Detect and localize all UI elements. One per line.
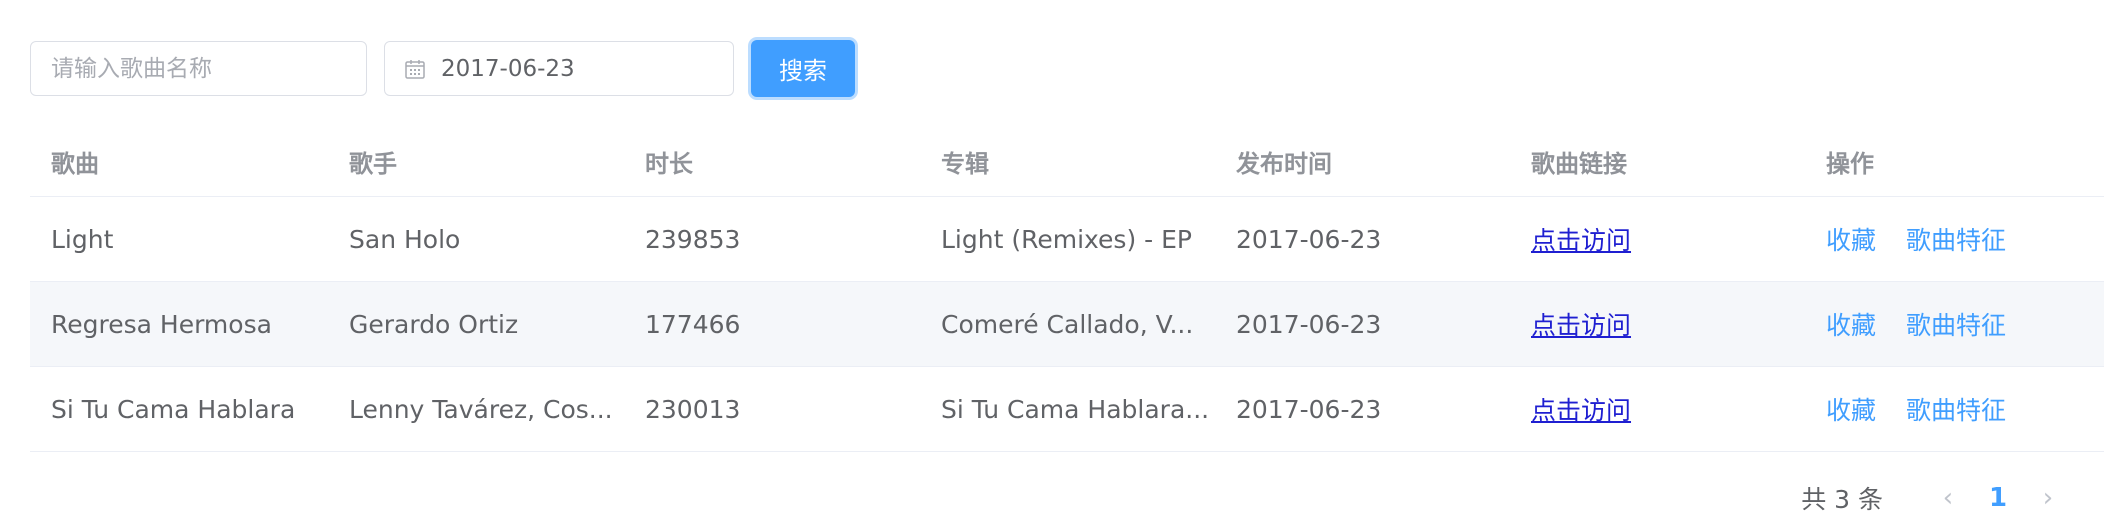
visit-link[interactable]: 点击访问 [1531,311,1631,340]
search-bar: 2017-06-23 搜索 [30,40,855,97]
songs-table: 歌曲 歌手 时长 专辑 发布时间 歌曲链接 操作 Light San Holo … [30,127,2104,452]
cell-song: Regresa Hermosa [51,309,272,339]
song-name-input[interactable] [51,55,346,82]
cell-duration: 239853 [645,224,741,254]
header-release-date: 发布时间 [1236,150,1332,178]
visit-link[interactable]: 点击访问 [1531,226,1631,255]
cell-actions: 收藏 歌曲特征 [1805,306,2104,342]
table-row: Light San Holo 239853 Light (Remixes) - … [30,197,2104,282]
header-artist: 歌手 [349,150,397,178]
favorite-button[interactable]: 收藏 [1826,311,1876,340]
table-row: Regresa Hermosa Gerardo Ortiz 177466 Com… [30,282,2104,367]
header-song: 歌曲 [51,150,99,178]
page-root: 2017-06-23 搜索 歌曲 歌手 时长 专辑 发布时间 歌曲链接 操作 L… [0,0,2123,525]
cell-song-link: 点击访问 [1510,221,1805,257]
table-header: 歌曲 歌手 时长 专辑 发布时间 歌曲链接 操作 [30,127,2104,197]
cell-album: Comeré Callado, V... [941,309,1194,339]
cell-album: Light (Remixes) - EP [941,224,1192,254]
page-number[interactable]: 1 [1973,483,2023,513]
header-duration: 时长 [645,150,693,178]
cell-artist: Gerardo Ortiz [349,309,519,339]
date-value: 2017-06-23 [441,55,575,82]
table-row: Si Tu Cama Hablara Lenny Tavárez, Cos...… [30,367,2104,452]
total-count: 共 3 条 [1801,485,1883,514]
visit-link[interactable]: 点击访问 [1531,396,1631,425]
next-page-icon[interactable]: › [2023,483,2073,513]
cell-artist: Lenny Tavárez, Cos... [349,394,613,424]
cell-duration: 230013 [645,394,741,424]
favorite-button[interactable]: 收藏 [1826,226,1876,255]
cell-actions: 收藏 歌曲特征 [1805,221,2104,257]
cell-album: Si Tu Cama Hablara... [941,394,1210,424]
cell-song: Light [51,224,114,254]
date-picker[interactable]: 2017-06-23 [384,41,734,96]
song-features-button[interactable]: 歌曲特征 [1906,396,2006,425]
header-actions: 操作 [1826,150,1874,178]
song-name-input-wrapper[interactable] [30,41,367,96]
cell-song-link: 点击访问 [1510,391,1805,427]
cell-song: Si Tu Cama Hablara [51,394,296,424]
cell-song-link: 点击访问 [1510,306,1805,342]
cell-actions: 收藏 歌曲特征 [1805,391,2104,427]
search-button[interactable]: 搜索 [751,40,855,97]
cell-release-date: 2017-06-23 [1236,309,1382,339]
song-features-button[interactable]: 歌曲特征 [1906,226,2006,255]
calendar-icon [403,57,427,81]
song-features-button[interactable]: 歌曲特征 [1906,311,2006,340]
cell-artist: San Holo [349,224,461,254]
header-song-link: 歌曲链接 [1531,150,1627,178]
pagination: 共 3 条 ‹ 1 › [1801,480,2073,516]
favorite-button[interactable]: 收藏 [1826,396,1876,425]
cell-release-date: 2017-06-23 [1236,224,1382,254]
cell-duration: 177466 [645,309,741,339]
header-album: 专辑 [941,150,989,178]
cell-release-date: 2017-06-23 [1236,394,1382,424]
prev-page-icon[interactable]: ‹ [1923,483,1973,513]
